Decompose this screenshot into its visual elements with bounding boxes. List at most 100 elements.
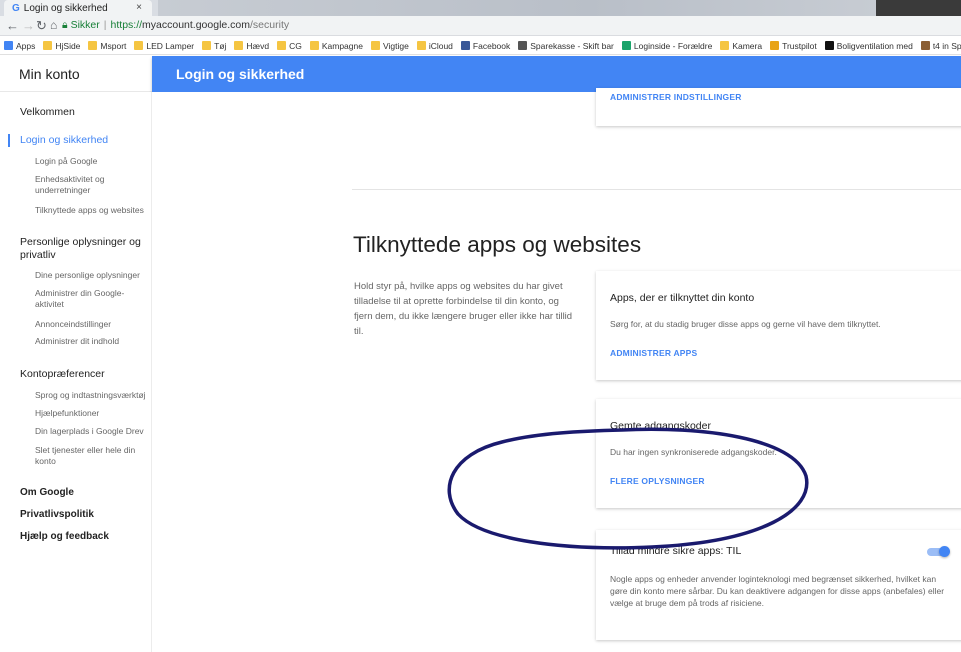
bookmark-label: Trustpilot <box>782 41 817 51</box>
address-bar[interactable]: 🔒︎ Sikker | https://myaccount.google.com/se… <box>62 19 957 34</box>
bookmark-item[interactable]: Hævd <box>234 41 269 51</box>
sidebar-section-security[interactable]: Login og sikkerhed <box>20 134 148 147</box>
browser-toolbar: ← → ↻ ⌂ 🔒︎ Sikker | https://myaccount.googl… <box>0 16 961 36</box>
grid-icon <box>4 41 13 50</box>
tab-title: Login og sikkerhed <box>23 3 108 14</box>
bookmark-label: Vigtige <box>382 41 409 51</box>
bookmark-label: Apps <box>16 41 36 51</box>
sidebar-section-preferences[interactable]: Kontopræferencer <box>20 368 148 381</box>
sidebar-item-login[interactable]: Login på Google <box>35 156 150 167</box>
lock-icon: 🔒︎ <box>62 19 68 31</box>
mk-icon <box>518 41 528 50</box>
bookmark-item[interactable]: Facebook <box>460 41 511 51</box>
bookmark-label: Sparekasse - Skift bar <box>530 41 614 51</box>
bookmark-label: Kamera <box>732 41 763 51</box>
bookmark-item[interactable]: CG <box>277 41 302 51</box>
toggle-knob <box>939 546 950 557</box>
sidebar-item-welcome[interactable]: Velkommen <box>20 106 148 119</box>
connected-apps-card: Apps, der er tilknyttet din konto Sørg f… <box>596 271 961 380</box>
folder-icon <box>234 41 244 50</box>
url-host: myaccount.google.com <box>142 19 251 31</box>
gl-icon <box>920 41 930 50</box>
manage-settings-link[interactable]: ADMINISTRER INDSTILLINGER <box>610 92 742 102</box>
sidebar-item-content[interactable]: Administrer dit indhold <box>35 336 150 347</box>
bookmark-label: iCloud <box>428 41 453 51</box>
saved-passwords-card: Gemte adgangskoder Du har ingen synkroni… <box>596 399 961 508</box>
bookmark-item[interactable]: t4 in Spezielle Fahrze <box>920 41 961 51</box>
bookmark-label: LED Lamper <box>146 41 195 51</box>
card-description: Sørg for, at du stadig bruger disse apps… <box>610 319 881 329</box>
bookmark-item[interactable]: Kampagne <box>309 41 363 51</box>
bookmark-label: Facebook <box>472 41 511 51</box>
card-description: Nogle apps og enheder anvender logintekn… <box>610 574 945 608</box>
reload-icon[interactable]: ↻ <box>36 18 47 34</box>
bookmark-label: HjSide <box>55 41 81 51</box>
browser-tabstrip: G Login og sikkerhed × <box>0 0 961 16</box>
home-icon[interactable]: ⌂ <box>50 18 57 32</box>
less-secure-apps-card: Tillad mindre sikre apps: TIL Nogle apps… <box>596 530 961 640</box>
section-divider <box>352 189 961 190</box>
sidebar-item-accessibility[interactable]: Hjælpefunktioner <box>35 408 150 419</box>
sidebar: Velkommen Login og sikkerhed Login på Go… <box>0 92 152 652</box>
browser-tab[interactable]: G Login og sikkerhed × <box>4 0 152 16</box>
folder-icon <box>720 41 730 50</box>
bookmark-item[interactable]: Msport <box>88 41 126 51</box>
sidebar-link-help[interactable]: Hjælp og feedback <box>20 531 109 542</box>
section-intro: Hold styr på, hvilke apps og websites du… <box>354 281 573 337</box>
folder-icon <box>134 41 144 50</box>
bookmarks-bar: Apps HjSide Msport LED Lamper Tøj Hævd CG Kampa… <box>0 37 961 55</box>
sidebar-section-privacy[interactable]: Personlige oplysninger og privatliv <box>20 236 148 262</box>
sidebar-header: Min konto <box>0 56 152 92</box>
bookmark-label: Kampagne <box>321 41 363 51</box>
settings-card: ADMINISTRER INDSTILLINGER <box>596 88 961 126</box>
bookmark-item[interactable]: HjSide <box>43 41 80 51</box>
card-title: Apps, der er tilknyttet din konto <box>610 292 755 304</box>
sidebar-item-device-activity[interactable]: Enhedsaktivitet og underretninger <box>35 174 150 196</box>
blk-icon <box>824 41 834 50</box>
secure-label: Sikker <box>70 19 100 31</box>
sidebar-link-about[interactable]: Om Google <box>20 487 74 498</box>
bookmark-label: Msport <box>100 41 127 51</box>
bookmark-item[interactable]: Apps <box>4 41 35 51</box>
sidebar-item-ad-settings[interactable]: Annonceindstillinger <box>35 319 150 330</box>
bookmark-item[interactable]: Loginside - Forældre <box>621 41 713 51</box>
bookmark-item[interactable]: iCloud <box>416 41 453 51</box>
fb-icon <box>460 41 470 50</box>
bookmark-item[interactable]: Kamera <box>720 41 762 51</box>
folder-icon <box>202 41 212 50</box>
sidebar-title: Min konto <box>19 66 80 82</box>
bookmark-item[interactable]: Boligventilation med <box>824 41 913 51</box>
ln-icon <box>621 41 631 50</box>
page-title: Login og sikkerhed <box>176 66 305 82</box>
sidebar-link-privacy-policy[interactable]: Privatlivspolitik <box>20 509 94 520</box>
sidebar-item-connected-apps[interactable]: Tilknyttede apps og websites <box>35 205 150 216</box>
sidebar-item-personal-info[interactable]: Dine personlige oplysninger <box>35 270 150 281</box>
folder-icon <box>43 41 53 50</box>
bookmark-item[interactable]: Vigtige <box>370 41 409 51</box>
screen: G Login og sikkerhed × ← → ↻ ⌂ 🔒︎ Sikker | h… <box>0 0 961 652</box>
sidebar-item-language[interactable]: Sprog og indtastningsværktøj <box>35 390 150 401</box>
close-tab-icon[interactable]: × <box>136 2 142 13</box>
folder-icon <box>277 41 287 50</box>
folder-icon <box>370 41 380 50</box>
bookmark-item[interactable]: LED Lamper <box>134 41 194 51</box>
sidebar-item-google-activity[interactable]: Administrer din Google-aktivitet <box>35 288 150 310</box>
folder-icon <box>309 41 319 50</box>
bookmark-item[interactable]: Trustpilot <box>770 41 817 51</box>
sidebar-item-delete-account[interactable]: Slet tjenester eller hele din konto <box>35 445 150 467</box>
less-secure-apps-toggle[interactable] <box>927 546 950 557</box>
folder-icon <box>88 41 98 50</box>
active-indicator <box>8 134 10 147</box>
bookmark-item[interactable]: Sparekasse - Skift bar <box>518 41 614 51</box>
more-info-link[interactable]: FLERE OPLYSNINGER <box>610 476 705 486</box>
bookmark-item[interactable]: Tøj <box>202 41 226 51</box>
bookmark-label: Loginside - Forældre <box>633 41 713 51</box>
google-favicon-icon: G <box>12 3 20 14</box>
back-arrow-icon[interactable]: ← <box>6 18 19 33</box>
bookmark-label: Boligventilation med <box>836 41 913 51</box>
bookmark-label: CG <box>289 41 302 51</box>
sidebar-item-drive-storage[interactable]: Din lagerplads i Google Drev <box>35 426 150 437</box>
apple-icon <box>416 41 426 50</box>
forward-arrow-icon[interactable]: → <box>22 18 35 33</box>
manage-apps-link[interactable]: ADMINISTRER APPS <box>610 348 697 358</box>
